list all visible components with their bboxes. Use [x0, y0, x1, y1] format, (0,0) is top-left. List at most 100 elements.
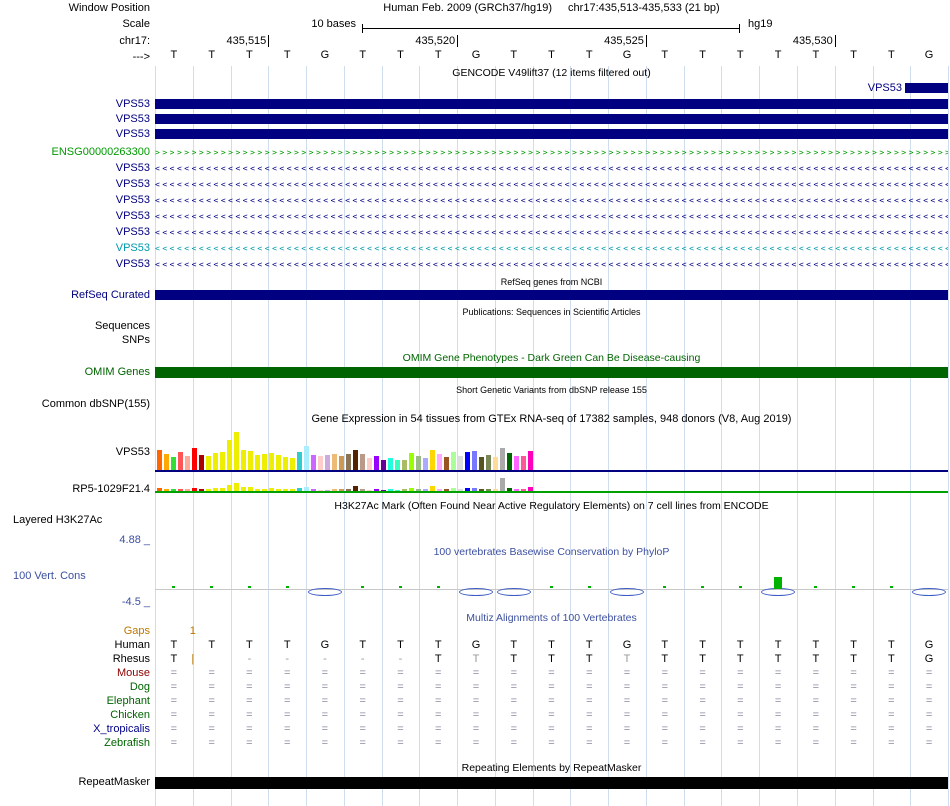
gene-arrow-row[interactable]: <<<<<<<<<<<<<<<<<<<<<<<<<<<<<<<<<<<<<<<<…	[155, 258, 948, 271]
gtex-expression-bar[interactable]	[423, 489, 428, 491]
gtex-expression-bar[interactable]	[430, 450, 435, 470]
gtex-expression-bar[interactable]	[388, 489, 393, 491]
track-label-repeatmasker[interactable]: RepeatMasker	[0, 776, 150, 789]
gtex-expression-bar[interactable]	[514, 456, 519, 470]
gtex-expression-bar[interactable]	[409, 488, 414, 491]
gtex-expression-bar[interactable]	[318, 456, 323, 470]
gtex-expression-bar[interactable]	[276, 455, 281, 470]
gtex-expression-bar[interactable]	[297, 452, 302, 470]
gtex-expression-bar[interactable]	[325, 455, 330, 470]
gtex-expression-bar[interactable]	[290, 458, 295, 470]
track-label-refseq-curated[interactable]: RefSeq Curated	[0, 289, 150, 302]
gtex-expression-bar[interactable]	[360, 489, 365, 491]
gtex-expression-bar[interactable]	[311, 489, 316, 491]
gtex-expression-bar[interactable]	[346, 454, 351, 470]
gtex-track-title[interactable]: Gene Expression in 54 tissues from GTEx …	[155, 413, 948, 426]
gtex-expression-bar[interactable]	[241, 487, 246, 491]
gtex-expression-bar[interactable]	[521, 489, 526, 491]
gtex-expression-bar[interactable]	[486, 455, 491, 470]
gtex-expression-bar[interactable]	[332, 454, 337, 470]
species-label-zebrafish[interactable]: Zebrafish	[0, 737, 150, 750]
gene-arrow-row[interactable]: <<<<<<<<<<<<<<<<<<<<<<<<<<<<<<<<<<<<<<<<…	[155, 226, 948, 239]
gtex-expression-bar[interactable]	[423, 458, 428, 470]
track-label-vps53[interactable]: VPS53	[0, 194, 150, 207]
track-label-ensg00000263300[interactable]: ENSG00000263300	[0, 146, 150, 159]
gtex-expression-bar[interactable]	[339, 456, 344, 470]
gtex-expression-bar[interactable]	[241, 450, 246, 470]
gtex-expression-bar[interactable]	[199, 489, 204, 491]
gtex-expression-bar[interactable]	[332, 489, 337, 491]
gtex-expression-bar[interactable]	[248, 487, 253, 491]
dbsnp-track-title[interactable]: Short Genetic Variants from dbSNP releas…	[155, 384, 948, 397]
gene-exon-box[interactable]	[905, 83, 948, 93]
track-label-gtex-vps53[interactable]: VPS53	[0, 446, 150, 459]
track-label-gtex-rp5[interactable]: RP5-1029F21.4	[0, 483, 150, 496]
gtex-expression-bar[interactable]	[283, 457, 288, 470]
gtex-expression-bar[interactable]	[346, 489, 351, 491]
gtex-expression-bar[interactable]	[157, 450, 162, 470]
refseq-track-title[interactable]: RefSeq genes from NCBI	[155, 276, 948, 289]
track-label-layered-h3k27ac[interactable]: Layered H3K27Ac	[0, 514, 150, 527]
gtex-expression-bar[interactable]	[248, 451, 253, 470]
gtex-expression-bar[interactable]	[234, 432, 239, 470]
gtex-expression-bar[interactable]	[227, 440, 232, 470]
gtex-expression-bar[interactable]	[374, 489, 379, 491]
gtex-expression-bar[interactable]	[255, 489, 260, 491]
gtex-expression-bar[interactable]	[269, 453, 274, 470]
gene-arrow-row[interactable]: <<<<<<<<<<<<<<<<<<<<<<<<<<<<<<<<<<<<<<<<…	[155, 162, 948, 175]
gtex-expression-bar[interactable]	[458, 489, 463, 491]
gtex-expression-bar[interactable]	[157, 488, 162, 491]
gencode-track-title[interactable]: GENCODE V49lift37 (12 items filtered out…	[155, 67, 948, 80]
gtex-expression-bar[interactable]	[353, 486, 358, 491]
gtex-expression-bar[interactable]	[199, 455, 204, 470]
track-label-vps53[interactable]: VPS53	[0, 113, 150, 126]
gtex-expression-bar[interactable]	[437, 489, 442, 491]
gtex-expression-bar[interactable]	[451, 488, 456, 491]
gtex-expression-bar[interactable]	[458, 456, 463, 470]
gtex-expression-bar[interactable]	[353, 450, 358, 470]
track-label-vps53[interactable]: VPS53	[0, 242, 150, 255]
species-label-x_tropicalis[interactable]: X_tropicalis	[0, 723, 150, 736]
gtex-expression-bar[interactable]	[220, 488, 225, 491]
h3k27ac-track-title[interactable]: H3K27Ac Mark (Often Found Near Active Re…	[155, 500, 948, 513]
gene-exon-bar[interactable]	[155, 129, 948, 139]
gtex-expression-bar[interactable]	[472, 451, 477, 470]
gtex-expression-bar[interactable]	[304, 446, 309, 470]
gtex-expression-bar[interactable]	[276, 489, 281, 491]
track-label-vps53[interactable]: VPS53	[0, 98, 150, 111]
omim-track-title[interactable]: OMIM Gene Phenotypes - Dark Green Can Be…	[155, 352, 948, 365]
gene-arrow-row[interactable]: <<<<<<<<<<<<<<<<<<<<<<<<<<<<<<<<<<<<<<<<…	[155, 194, 948, 207]
gtex-expression-bar[interactable]	[269, 488, 274, 491]
gtex-expression-bar[interactable]	[234, 483, 239, 491]
gtex-expression-bar[interactable]	[395, 490, 400, 491]
gene-arrow-row[interactable]: <<<<<<<<<<<<<<<<<<<<<<<<<<<<<<<<<<<<<<<<…	[155, 178, 948, 191]
species-label-chicken[interactable]: Chicken	[0, 709, 150, 722]
gene-arrow-row[interactable]: >>>>>>>>>>>>>>>>>>>>>>>>>>>>>>>>>>>>>>>>…	[155, 146, 948, 159]
gtex-expression-bar[interactable]	[395, 460, 400, 470]
gene-exon-bar[interactable]	[155, 99, 948, 109]
gtex-expression-bar[interactable]	[290, 489, 295, 491]
repeatmasker-bar[interactable]	[155, 777, 948, 789]
gtex-expression-bar[interactable]	[416, 489, 421, 491]
gtex-expression-bar[interactable]	[185, 489, 190, 491]
gtex-expression-bar[interactable]	[185, 456, 190, 470]
gtex-expression-bar[interactable]	[528, 487, 533, 491]
gtex-expression-bar[interactable]	[479, 457, 484, 470]
track-label-vps53[interactable]: VPS53	[0, 210, 150, 223]
gtex-expression-bar[interactable]	[444, 457, 449, 470]
gtex-expression-bar[interactable]	[325, 490, 330, 491]
gtex-expression-bar[interactable]	[507, 488, 512, 491]
gtex-expression-bar[interactable]	[465, 452, 470, 470]
gtex-expression-bar[interactable]	[227, 485, 232, 491]
gtex-expression-bar[interactable]	[164, 489, 169, 491]
track-label-common-dbsnp[interactable]: Common dbSNP(155)	[0, 398, 150, 411]
gtex-expression-bar[interactable]	[479, 489, 484, 491]
gtex-expression-bar[interactable]	[206, 456, 211, 470]
multiz-track-title[interactable]: Multiz Alignments of 100 Vertebrates	[155, 612, 948, 625]
gtex-expression-bar[interactable]	[339, 489, 344, 491]
species-label-rhesus[interactable]: Rhesus	[0, 653, 150, 666]
gtex-expression-bar[interactable]	[444, 489, 449, 491]
gtex-expression-bar[interactable]	[367, 490, 372, 491]
gtex-expression-bar[interactable]	[500, 448, 505, 470]
species-label-mouse[interactable]: Mouse	[0, 667, 150, 680]
